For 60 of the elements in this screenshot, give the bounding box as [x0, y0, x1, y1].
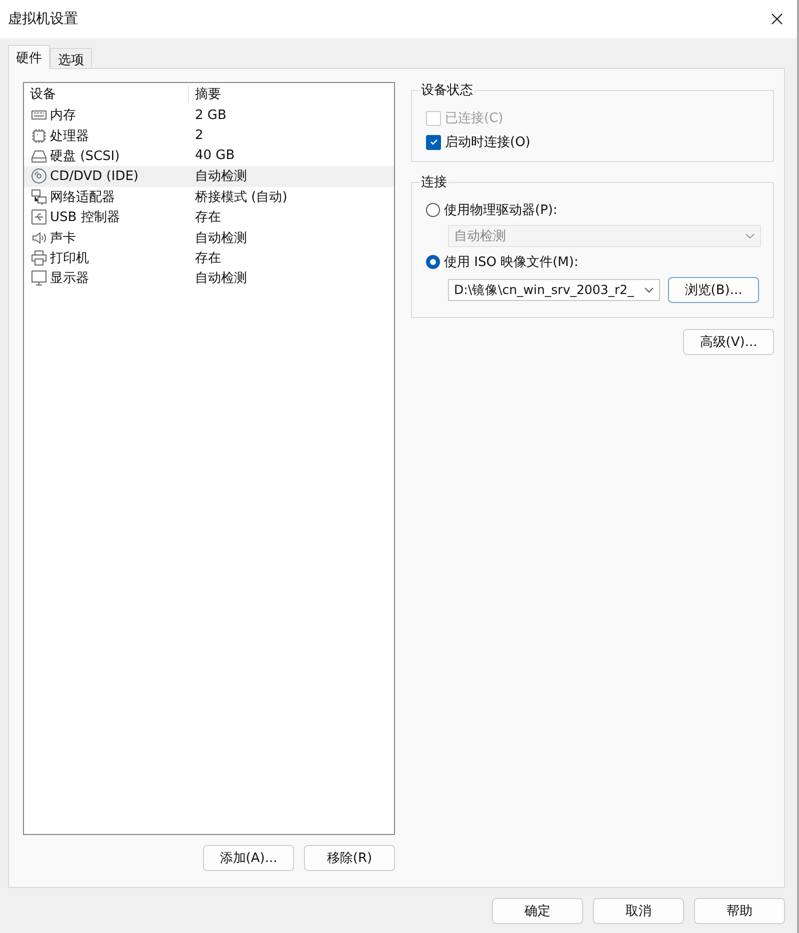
checkbox[interactable] — [426, 134, 441, 150]
device-summary: 存在 — [194, 250, 221, 267]
device-button[interactable]: 移除(R) — [304, 845, 395, 871]
dialog-button[interactable]: 确定 — [492, 898, 583, 924]
device-summary: 2 — [194, 128, 204, 144]
radio-button[interactable] — [426, 203, 440, 217]
device-row[interactable]: 显示器 自动检测 — [24, 268, 394, 289]
device-summary: 自动检测 — [194, 230, 247, 247]
device-name: 打印机 — [50, 250, 89, 267]
column-header[interactable]: 设备 — [24, 85, 188, 103]
disc-icon — [30, 168, 48, 184]
device-row[interactable]: 内存 2 GB — [24, 105, 394, 126]
dialog-button[interactable]: 帮助 — [694, 898, 785, 924]
device-row[interactable]: 打印机 存在 — [24, 248, 394, 268]
device-name: 处理器 — [50, 128, 89, 145]
device-name: 网络适配器 — [50, 188, 115, 206]
network-icon — [30, 188, 48, 205]
device-row[interactable]: 网络适配器 桥接模式 (自动) — [24, 186, 394, 207]
monitor-icon — [30, 270, 48, 286]
device-summary: 桥接模式 (自动) — [194, 188, 288, 206]
checkbox-label: 启动时连接(O) — [445, 134, 530, 151]
device-row[interactable]: 硬盘 (SCSI) 40 GB — [24, 146, 394, 166]
device-name: 内存 — [50, 107, 76, 124]
radio-label: 使用物理驱动器(P): — [444, 202, 558, 219]
radio-label: 使用 ISO 映像文件(M): — [444, 254, 578, 271]
device-name: 显示器 — [50, 270, 89, 288]
device-summary: 40 GB — [194, 148, 235, 164]
caret-icon — [745, 233, 755, 239]
dialog-button[interactable]: 取消 — [593, 898, 684, 924]
device-name: CD/DVD (IDE) — [50, 168, 138, 184]
browse-button[interactable]: 浏览(B)... — [668, 277, 759, 303]
iso-path-dropdown[interactable]: D:\镜像\cn_win_srv_2003_r2_ — [448, 279, 660, 301]
group-title: 连接 — [420, 173, 448, 191]
close-icon[interactable] — [771, 13, 783, 25]
checkbox-label: 已连接(C) — [445, 110, 504, 127]
group-title: 设备状态 — [420, 81, 474, 99]
device-button[interactable]: 添加(A)... — [203, 845, 294, 871]
chip-icon — [30, 128, 48, 144]
device-row[interactable]: 处理器 2 — [24, 125, 394, 146]
device-summary: 存在 — [194, 209, 221, 226]
device-name: 声卡 — [50, 230, 76, 247]
tab[interactable]: 硬件 — [8, 45, 50, 69]
tab[interactable]: 选项 — [50, 48, 92, 68]
printer-icon — [30, 250, 48, 266]
advanced-button[interactable]: 高级(V)... — [683, 329, 774, 355]
speaker-icon — [30, 230, 48, 246]
device-row[interactable]: USB 控制器 存在 — [24, 206, 394, 228]
device-summary: 2 GB — [194, 108, 226, 123]
window-title: 虚拟机设置 — [8, 10, 78, 28]
device-summary: 自动检测 — [194, 270, 247, 288]
device-row[interactable]: CD/DVD (IDE) 自动检测 — [24, 166, 394, 187]
caret-icon — [644, 287, 654, 293]
device-summary: 自动检测 — [194, 168, 247, 186]
column-header[interactable]: 摘要 — [188, 85, 221, 103]
radio-button[interactable] — [426, 255, 440, 269]
device-name: USB 控制器 — [50, 209, 120, 226]
check-icon — [428, 137, 438, 147]
usb-icon — [30, 209, 48, 226]
device-row[interactable]: 声卡 自动检测 — [24, 227, 394, 248]
device-name: 硬盘 (SCSI) — [50, 148, 120, 165]
